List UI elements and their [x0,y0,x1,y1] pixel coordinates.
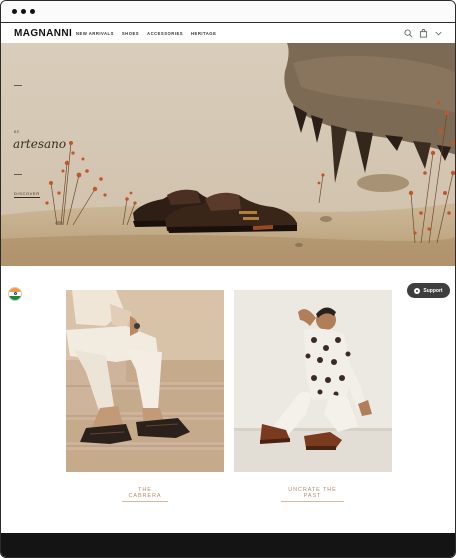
nav-heritage[interactable]: HERITAGE [191,31,216,36]
discover-link[interactable]: DISCOVER [14,191,40,198]
header-icons [404,29,443,38]
nav-shoes[interactable]: SHOES [122,31,139,36]
chevron-down-icon[interactable] [434,29,443,38]
nav-new-arrivals[interactable]: NEW ARRIVALS [76,31,114,36]
cabrera-image [66,290,224,472]
browser-title-bar [1,1,455,23]
search-icon[interactable] [404,29,413,38]
ashoka-chakra-icon [14,292,17,296]
window-dot[interactable] [21,9,26,14]
dark-banner-strip [1,533,455,557]
uncrate-link[interactable]: UNCRATE THE PAST [281,487,344,502]
hero-banner[interactable]: BE artesano DISCOVER [1,43,455,266]
brand-logo[interactable]: MAGNANNI [14,28,72,39]
uncrate-image [234,290,392,472]
main-nav: NEW ARRIVALS SHOES ACCESSORIES HERITAGE [76,31,216,36]
flag-stripe-green [9,295,21,300]
cabrera-link[interactable]: THE CABRERA [122,487,168,502]
bag-icon[interactable] [419,29,428,38]
hero-divider [14,174,22,175]
hero-image [1,43,455,266]
support-icon [414,287,421,294]
hero-divider [14,85,22,86]
window-controls [12,9,35,14]
window-dot[interactable] [30,9,35,14]
support-label: Support [423,287,443,294]
support-button[interactable]: Support [407,283,450,298]
nav-accessories[interactable]: ACCESSORIES [147,31,183,36]
hero-title: artesano [13,137,67,151]
collection-card-cabrera[interactable] [66,290,224,472]
collection-card-uncrate[interactable] [234,290,392,472]
browser-window: MAGNANNI NEW ARRIVALS SHOES ACCESSORIES … [0,0,456,558]
india-flag-icon[interactable] [8,287,22,301]
flag-stripe-white [9,291,21,296]
site-header: MAGNANNI NEW ARRIVALS SHOES ACCESSORIES … [1,23,455,45]
hero-pretitle: BE [14,130,20,134]
window-dot[interactable] [12,9,17,14]
